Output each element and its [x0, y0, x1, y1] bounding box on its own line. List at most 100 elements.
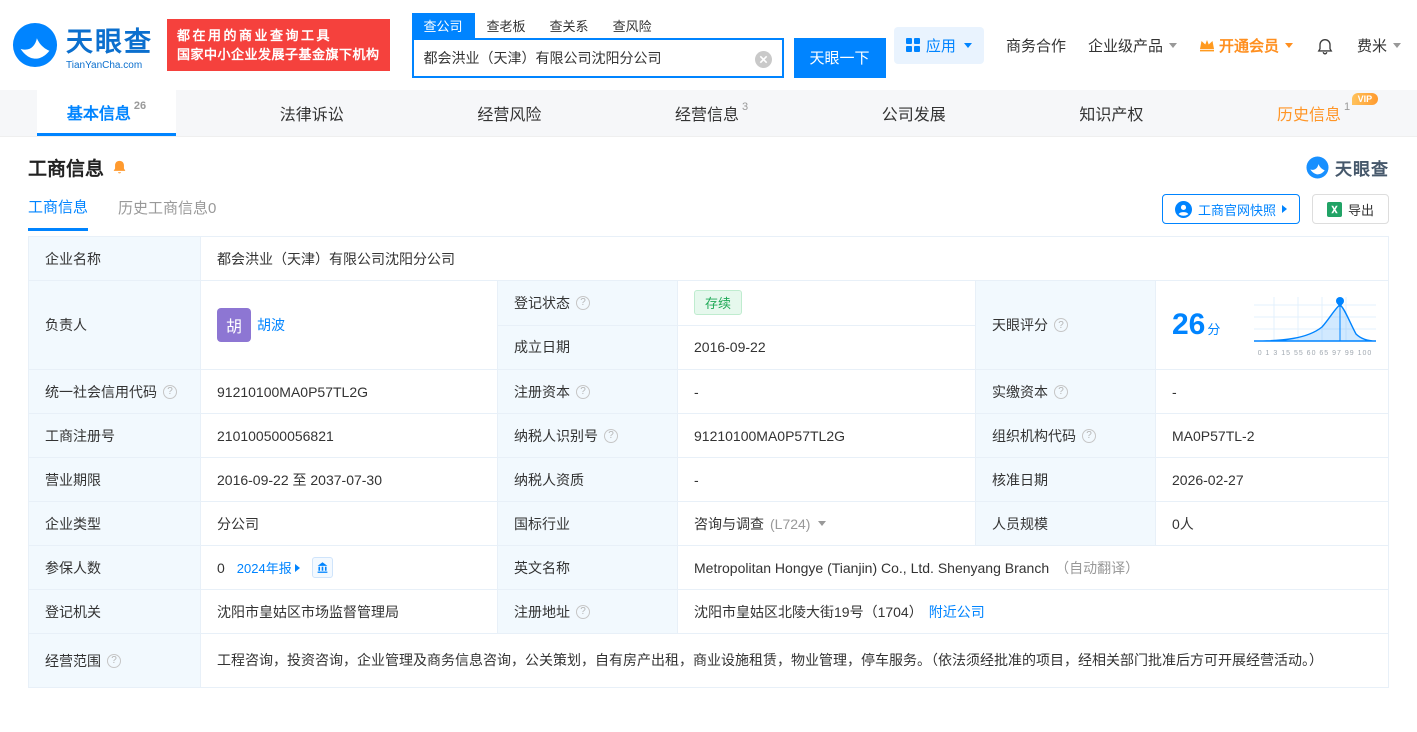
promo-line1: 都在用的商业查询工具: [177, 26, 380, 45]
table-row: 企业名称 都会洪业（天津）有限公司沈阳分公司: [29, 237, 1388, 281]
chevron-down-icon[interactable]: [818, 521, 826, 526]
reg-status-value: 存续: [678, 281, 976, 326]
company-name-value: 都会洪业（天津）有限公司沈阳分公司: [201, 237, 1388, 281]
subtab-row: 工商信息 历史工商信息0 工商官网快照 导出: [0, 186, 1417, 232]
help-icon[interactable]: ?: [1054, 385, 1068, 399]
help-icon[interactable]: ?: [576, 296, 590, 310]
paid-capital-label: 实缴资本 ?: [976, 370, 1156, 414]
score-curve-icon: [1252, 293, 1378, 349]
nav-business-cooperation[interactable]: 商务合作: [1006, 35, 1066, 56]
table-row: 负责人 胡 胡波 登记状态 ? 存续 成立日期 2016-09-22 天眼评分 …: [29, 281, 1388, 370]
search-button[interactable]: 天眼一下: [794, 38, 886, 78]
help-icon[interactable]: ?: [107, 654, 121, 668]
reg-no-value: 210100500056821: [201, 414, 498, 458]
help-icon[interactable]: ?: [604, 429, 618, 443]
user-menu[interactable]: 费米: [1357, 35, 1401, 56]
tab-label: 经营信息: [675, 101, 739, 125]
tab-basic-info[interactable]: 基本信息 26: [37, 90, 176, 136]
vip-tag: VIP: [1352, 93, 1379, 105]
brand-name: 天眼查: [66, 20, 153, 59]
nav-enterprise-products[interactable]: 企业级产品: [1088, 35, 1177, 56]
export-label: 导出: [1348, 200, 1374, 219]
org-code-label: 组织机构代码 ?: [976, 414, 1156, 458]
subtab-business-info[interactable]: 工商信息: [28, 196, 88, 231]
search-tab-boss[interactable]: 查老板: [475, 13, 538, 38]
tab-operating-info[interactable]: 经营信息 3: [645, 90, 778, 136]
tianyancha-logo[interactable]: 天眼查 TianYanCha.com: [12, 20, 153, 71]
help-icon[interactable]: ?: [576, 605, 590, 619]
promo-badge: 都在用的商业查询工具 国家中小企业发展子基金旗下机构: [167, 19, 390, 71]
tab-operating-risk[interactable]: 经营风险: [447, 90, 571, 136]
search-tab-relation[interactable]: 查关系: [538, 13, 601, 38]
tab-count: 26: [134, 100, 146, 112]
notification-bell-icon[interactable]: [1315, 35, 1335, 56]
building-icon: [316, 561, 329, 574]
help-icon[interactable]: ?: [1054, 318, 1068, 332]
auto-translate-note: （自动翻译）: [1055, 558, 1139, 578]
tab-history-info[interactable]: 历史信息 1 VIP: [1247, 90, 1380, 136]
top-header: 天眼查 TianYanCha.com 都在用的商业查询工具 国家中小企业发展子基…: [0, 0, 1417, 90]
arrow-right-icon: [295, 564, 300, 572]
reg-capital-label: 注册资本 ?: [498, 370, 678, 414]
section-header: 工商信息 天眼查: [0, 137, 1417, 186]
legal-rep-value: 胡 胡波: [201, 281, 498, 370]
search-tab-company[interactable]: 查公司: [412, 13, 475, 38]
industry-value[interactable]: 咨询与调查 (L724): [678, 502, 976, 546]
top-right-nav: 应用 商务合作 企业级产品 开通会员 费米: [894, 27, 1401, 64]
term-label: 营业期限: [29, 458, 201, 502]
section-title: 工商信息: [28, 154, 104, 181]
chevron-down-icon: [1285, 43, 1293, 48]
business-scope-label: 经营范围 ?: [29, 634, 201, 687]
tab-label: 基本信息: [67, 100, 131, 124]
help-icon[interactable]: ?: [163, 385, 177, 399]
help-icon[interactable]: ?: [1082, 429, 1096, 443]
apps-label: 应用: [926, 35, 956, 56]
username-label: 费米: [1357, 35, 1387, 56]
english-name-label: 英文名称: [498, 546, 678, 590]
staff-size-label: 人员规模: [976, 502, 1156, 546]
insured-value: 0 2024年报: [201, 546, 498, 590]
business-scope-value: 工程咨询，投资咨询，企业管理及商务信息咨询，公关策划，自有房产出租，商业设施租赁…: [201, 634, 1388, 687]
search-input[interactable]: [414, 40, 782, 76]
avatar[interactable]: 胡: [217, 308, 251, 342]
vip-label: 开通会员: [1219, 35, 1279, 56]
search-tab-risk[interactable]: 查风险: [601, 13, 664, 38]
company-type-label: 企业类型: [29, 502, 201, 546]
help-icon[interactable]: ?: [576, 385, 590, 399]
taxpayer-quality-label: 纳税人资质: [498, 458, 678, 502]
paid-capital-value: -: [1156, 370, 1388, 414]
tianyancha-logo-icon: [12, 22, 58, 68]
export-button[interactable]: 导出: [1312, 194, 1389, 224]
tab-count: 3: [742, 101, 748, 113]
tab-count: 1: [1344, 101, 1350, 113]
score-value[interactable]: 26分 0 1 3 15 55 60 65 97 99 100: [1156, 281, 1388, 370]
industry-code: (L724): [770, 516, 810, 532]
reg-no-label: 工商注册号: [29, 414, 201, 458]
apps-menu[interactable]: 应用: [894, 27, 984, 64]
status-badge: 存续: [694, 290, 742, 315]
tab-label: 经营风险: [477, 101, 541, 125]
subtab-history-business-info[interactable]: 历史工商信息0: [118, 197, 216, 229]
legal-rep-link[interactable]: 胡波: [257, 315, 285, 335]
annual-report-link[interactable]: 2024年报: [237, 558, 300, 577]
nav-open-vip[interactable]: 开通会员: [1199, 35, 1293, 56]
tab-label: 公司发展: [882, 101, 946, 125]
tab-legal-litigation[interactable]: 法律诉讼: [250, 90, 374, 136]
approval-date-value: 2026-02-27: [1156, 458, 1388, 502]
clear-icon[interactable]: [755, 51, 772, 68]
industry-label: 国标行业: [498, 502, 678, 546]
snapshot-label: 工商官网快照: [1198, 200, 1276, 219]
nearby-companies-link[interactable]: 附近公司: [929, 602, 985, 622]
subscribe-bell-icon[interactable]: [111, 159, 128, 177]
org-code-value: MA0P57TL-2: [1156, 414, 1388, 458]
company-name-label: 企业名称: [29, 237, 201, 281]
official-snapshot-button[interactable]: 工商官网快照: [1162, 194, 1300, 224]
tianyancha-watermark-logo: 天眼查: [1306, 155, 1389, 180]
tab-label: 历史信息: [1277, 101, 1341, 125]
tab-company-development[interactable]: 公司发展: [852, 90, 976, 136]
address-label: 注册地址 ?: [498, 590, 678, 634]
cooperation-label: 商务合作: [1006, 35, 1066, 56]
tab-intellectual-property[interactable]: 知识产权: [1049, 90, 1173, 136]
company-type-value: 分公司: [201, 502, 498, 546]
annual-report-icon-button[interactable]: [312, 557, 333, 578]
